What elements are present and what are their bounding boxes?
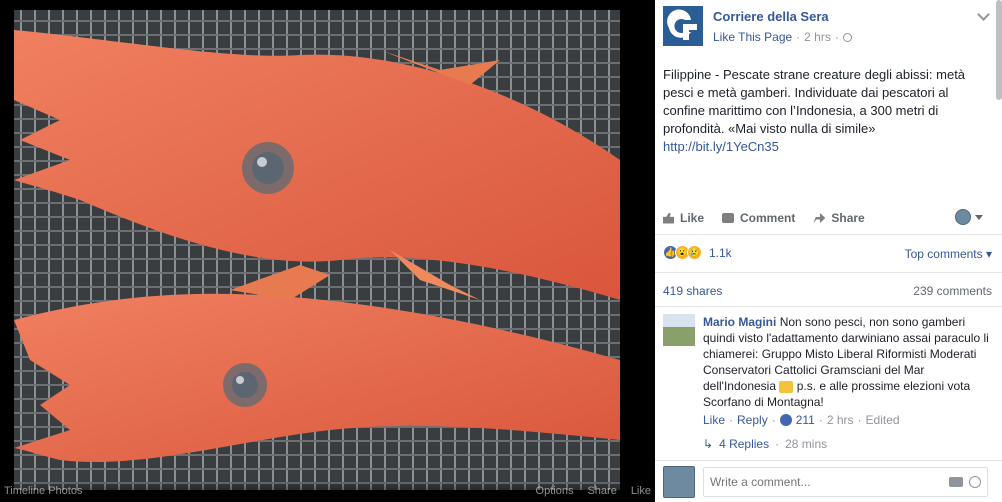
comment-edited[interactable]: Edited: [866, 412, 900, 428]
emoji-icon[interactable]: [969, 476, 981, 488]
share-label: Share: [831, 211, 865, 225]
share-icon: [813, 213, 826, 223]
replies-link[interactable]: 4 Replies: [719, 437, 769, 451]
post-as-selector[interactable]: [955, 209, 983, 225]
post-message: Filippine - Pescate strane creature degl…: [663, 66, 988, 156]
post-header: Corriere della Sera Like This Page · 2 h…: [663, 6, 852, 46]
comment-time[interactable]: 2 hrs: [827, 412, 854, 428]
viewer-avatar: [955, 209, 971, 225]
comment-label: Comment: [740, 211, 796, 225]
corriere-logo-icon: [663, 6, 703, 46]
comment-likes-count[interactable]: 211: [796, 412, 815, 428]
page-name-link[interactable]: Corriere della Sera: [713, 9, 852, 24]
sad-reaction-icon: 😢: [687, 245, 702, 260]
camera-icon[interactable]: [949, 477, 963, 487]
reactions-summary[interactable]: 👍 😮 😢 1.1k: [663, 245, 732, 260]
divider: [655, 272, 1002, 273]
comment-item: Mario Magini Non sono pesci, non sono ga…: [663, 314, 993, 428]
comment-box[interactable]: [703, 467, 988, 497]
top-comments-dropdown[interactable]: Top comments ▾: [905, 247, 992, 261]
comment-like-icon: [779, 414, 792, 426]
shares-link[interactable]: 419 shares: [663, 284, 722, 298]
like-button[interactable]: Like: [663, 211, 704, 225]
my-avatar: [663, 466, 695, 498]
caret-down-icon: [975, 214, 983, 220]
chevron-down-icon[interactable]: [977, 8, 990, 21]
comment-composer: [663, 466, 988, 498]
like-page-link[interactable]: Like This Page: [713, 30, 792, 44]
post-link[interactable]: http://bit.ly/1YeCn35: [663, 138, 988, 156]
like-icon: [663, 212, 674, 224]
photo-options-link[interactable]: Options: [536, 485, 574, 497]
photo-album-link[interactable]: Timeline Photos: [4, 485, 536, 497]
post-photo[interactable]: Timeline Photos Options Share Like: [0, 0, 655, 502]
post-text: Filippine - Pescate strane creature degl…: [663, 67, 966, 136]
comment-reply-link[interactable]: Reply: [737, 412, 768, 428]
photo-share-link[interactable]: Share: [587, 485, 616, 497]
comment-input[interactable]: [710, 475, 943, 489]
thumbs-up-emoji-icon: [779, 380, 794, 393]
photo-footer: Timeline Photos Options Share Like: [0, 480, 655, 502]
view-replies[interactable]: ↳ 4 Replies · 28 mins: [703, 437, 827, 451]
commenter-name[interactable]: Mario Magini: [703, 315, 776, 329]
reply-arrow-icon: ↳: [703, 437, 714, 451]
post-side-panel: Corriere della Sera Like This Page · 2 h…: [655, 0, 1002, 502]
share-button[interactable]: Share: [813, 211, 865, 225]
divider: [655, 460, 1002, 461]
like-label: Like: [680, 211, 705, 225]
comment-like-link[interactable]: Like: [703, 412, 725, 428]
divider: [655, 306, 1002, 307]
post-actions-bar: Like Comment Share: [663, 203, 993, 233]
photo-like-link[interactable]: Like: [631, 485, 651, 497]
replies-time: 28 mins: [785, 437, 828, 451]
panel-scrollbar[interactable]: [996, 0, 1002, 100]
commenter-avatar[interactable]: [663, 314, 695, 346]
comments-count[interactable]: 239 comments: [913, 284, 992, 298]
comment-button[interactable]: Comment: [722, 211, 795, 225]
globe-icon: [842, 32, 852, 42]
comment-icon: [722, 213, 735, 223]
fish-photo: [14, 10, 620, 490]
divider: [655, 234, 1002, 235]
reactions-count[interactable]: 1.1k: [709, 246, 732, 260]
page-avatar[interactable]: [663, 6, 703, 46]
post-time[interactable]: 2 hrs: [804, 30, 831, 44]
